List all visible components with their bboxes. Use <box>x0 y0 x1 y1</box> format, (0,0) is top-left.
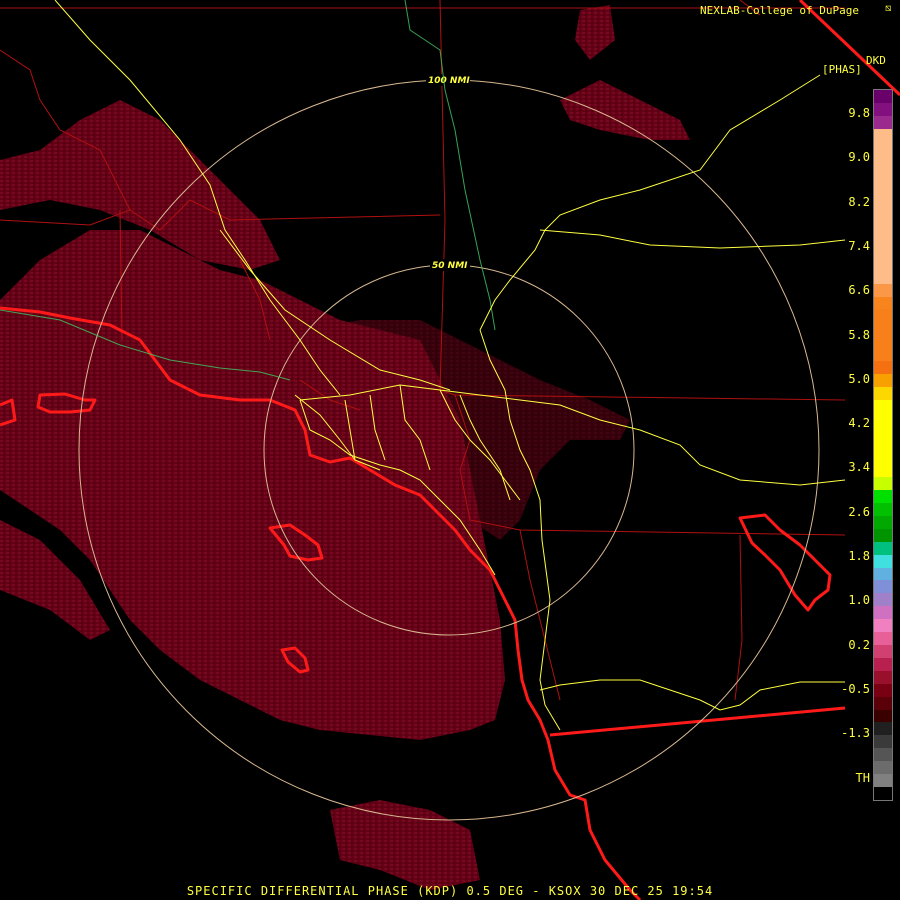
legend-unit-label: [PHAS] <box>822 63 862 76</box>
echo-south-band <box>330 800 480 890</box>
color-scale-swatch <box>874 464 892 478</box>
color-scale-swatch <box>874 270 892 284</box>
color-scale-swatch <box>874 619 892 633</box>
color-scale-swatch <box>874 515 892 529</box>
color-scale-tick-label: TH <box>855 770 870 785</box>
color-scale-swatch <box>874 283 892 297</box>
color-scale-swatch <box>874 567 892 581</box>
color-scale-swatch <box>874 257 892 271</box>
color-scale-tick-label: 7.4 <box>848 238 870 253</box>
color-scale-tick-label: 1.8 <box>848 549 870 563</box>
echo-north-band <box>560 80 690 140</box>
color-scale-swatch <box>874 128 892 142</box>
legend-product-label: DKD <box>866 54 886 67</box>
color-scale-tick-label: 5.0 <box>848 371 870 386</box>
color-scale-swatch <box>874 580 892 594</box>
color-scale-swatch <box>874 683 892 697</box>
color-scale-swatch <box>874 373 892 387</box>
echo-top-streak <box>575 5 615 60</box>
color-scale-swatch <box>874 141 892 155</box>
product-caption: SPECIFIC DIFFERENTIAL PHASE (KDP) 0.5 DE… <box>186 884 714 898</box>
color-scale-swatch <box>874 425 892 439</box>
credit-label: NEXLAB-College of DuPage <box>700 4 859 17</box>
color-scale-tick-label: 0.2 <box>848 637 870 652</box>
color-scale-swatch <box>874 657 892 671</box>
color-scale-tick-label: -0.5 <box>841 681 870 696</box>
color-scale-swatch <box>874 90 892 103</box>
color-scale-swatch <box>874 490 892 503</box>
color-scale-swatch <box>874 632 892 645</box>
color-scale-tick-label: 9.0 <box>848 150 870 165</box>
color-scale-swatch <box>874 554 892 568</box>
color-scale-swatch <box>874 115 892 129</box>
color-scale-swatch <box>874 102 892 116</box>
color-scale-swatch <box>874 219 892 232</box>
color-scale-tick-label: 2.6 <box>848 504 870 519</box>
color-scale-swatch <box>874 386 892 400</box>
color-scale-swatch <box>874 774 892 787</box>
color-scale-swatch <box>874 670 892 684</box>
color-scale-swatch <box>874 296 892 310</box>
echo-layer <box>0 5 690 890</box>
color-scale-swatch <box>874 399 892 413</box>
color-scale-swatch <box>874 180 892 194</box>
color-scale-swatch <box>874 231 892 245</box>
color-scale-swatch <box>874 361 892 374</box>
color-scale-swatch <box>874 735 892 749</box>
color-scale-swatch <box>874 644 892 658</box>
color-scale-swatch <box>874 322 892 336</box>
color-scale-tick-label: -1.3 <box>841 726 870 741</box>
color-scale-swatch <box>874 761 892 775</box>
color-scale-swatch <box>874 477 892 491</box>
color-scale-tick-label: 5.8 <box>848 327 870 342</box>
color-scale-swatch <box>874 309 892 323</box>
color-scale-tick-label: 3.4 <box>848 460 870 475</box>
color-scale-swatch <box>874 154 892 168</box>
radar-map: 100 NMI 50 NMI <box>0 0 900 900</box>
color-scale-tick-label: 1.0 <box>848 593 870 608</box>
color-scale-swatch <box>874 696 892 710</box>
color-scale-swatch <box>874 503 892 516</box>
ring-label-50: 50 NMI <box>432 261 468 271</box>
color-scale-tick-label: 6.6 <box>848 283 870 298</box>
color-scale-swatch <box>874 335 892 349</box>
color-scale-swatch <box>874 193 892 207</box>
color-scale-swatch <box>874 541 892 555</box>
color-scale-swatch <box>874 606 892 620</box>
ring-label-100: 100 NMI <box>428 76 470 86</box>
color-scale-swatch <box>874 438 892 452</box>
color-scale-swatch <box>874 451 892 465</box>
color-scale-swatch <box>874 348 892 362</box>
color-scale-tick-label: 9.8 <box>848 106 870 120</box>
color-scale-swatch <box>874 206 892 220</box>
color-scale-tick-label: 8.2 <box>848 194 870 209</box>
color-scale-swatch <box>874 593 892 607</box>
color-scale-bar <box>873 89 893 801</box>
color-scale-swatch <box>874 528 892 542</box>
color-scale-swatch <box>874 786 892 800</box>
echo-main-region <box>0 230 505 740</box>
nexlab-logo-icon: ⧅ <box>885 3 892 14</box>
color-scale-tick-label: 4.2 <box>848 416 870 431</box>
color-scale-swatch <box>874 412 892 426</box>
color-scale-swatch <box>874 722 892 736</box>
color-scale-swatch <box>874 167 892 181</box>
color-scale-swatch <box>874 244 892 258</box>
color-scale-swatch <box>874 748 892 762</box>
color-scale-swatch <box>874 709 892 723</box>
